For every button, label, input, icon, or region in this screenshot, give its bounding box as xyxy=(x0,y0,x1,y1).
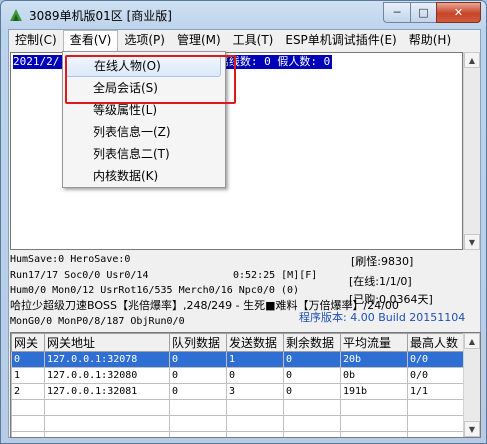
dropdown-item-list-info-two[interactable]: 列表信息二(T) xyxy=(65,143,221,165)
log-scrollbar[interactable]: ▲ ▼ xyxy=(463,52,480,250)
scroll-down-icon[interactable]: ▼ xyxy=(464,234,480,250)
cell-average: 20b xyxy=(340,351,408,368)
menu-options[interactable]: 选项(P) xyxy=(118,30,171,50)
table-header: 网关 网关地址 队列数据 发送数据 剩余数据 平均流量 最高人数 xyxy=(11,333,469,352)
cell-address: 127.0.0.1:32080 xyxy=(44,367,170,384)
cell-remaining: 0 xyxy=(283,383,341,400)
cell-gateway: 1 xyxy=(11,367,45,384)
menu-esp-plugin[interactable]: ESP单机调试插件(E) xyxy=(279,30,402,50)
cell-max: 1/1 xyxy=(407,383,469,400)
status-version: 程序版本: 4.00 Build 20151104 xyxy=(299,311,466,324)
close-button[interactable]: ✕ xyxy=(436,2,481,23)
highlight-box xyxy=(65,55,236,104)
table-row-empty xyxy=(11,431,469,437)
status-hum: Hum0/0 Mon0/12 UsrRot16/535 Merch0/16 Np… xyxy=(10,285,299,296)
status-mon: MonG0/0 MonP0/8/187 ObjRun0/0 xyxy=(10,316,185,327)
cell-max: 0/0 xyxy=(407,367,469,384)
status-days: [已购:0.0364天] xyxy=(349,293,433,306)
cell-send: 0 xyxy=(226,367,284,384)
dropdown-item-kernel-data[interactable]: 内核数据(K) xyxy=(65,165,221,187)
log-line-date: 2021/2/ xyxy=(13,55,60,68)
column-gateway-address[interactable]: 网关地址 xyxy=(44,333,170,352)
table-row[interactable]: 0 127.0.0.1:32078 0 1 0 20b 0/0 xyxy=(11,351,469,368)
menu-manage[interactable]: 管理(M) xyxy=(171,30,227,50)
cell-gateway: 2 xyxy=(11,383,45,400)
table-scroll-down-icon[interactable]: ▼ xyxy=(464,421,480,437)
menu-view[interactable]: 查看(V) xyxy=(62,30,119,51)
main-window: 3089单机版01区 [商业版] ─ □ ✕ 控制(C) 查看(V) 选项(P)… xyxy=(0,0,487,444)
table-row-empty xyxy=(11,399,469,416)
column-remaining-data[interactable]: 剩余数据 xyxy=(283,333,341,352)
column-send-data[interactable]: 发送数据 xyxy=(226,333,284,352)
status-time: 0:52:25 [M][F] xyxy=(233,270,318,281)
gateway-table: 网关 网关地址 队列数据 发送数据 剩余数据 平均流量 最高人数 0 127.0… xyxy=(10,332,481,438)
cell-send: 3 xyxy=(226,383,284,400)
cell-gateway: 0 xyxy=(11,351,45,368)
status-run: Run17/17 Soc0/0 Usr0/14 xyxy=(10,270,149,281)
window-title: 3089单机版01区 [商业版] xyxy=(29,9,172,23)
status-panel: HumSave:0 HeroSave:0 Run17/17 Soc0/0 Usr… xyxy=(9,250,480,328)
client-area: 控制(C) 查看(V) 选项(P) 管理(M) 工具(T) ESP单机调试插件(… xyxy=(8,29,481,438)
cell-max: 0/0 xyxy=(407,351,469,368)
cell-send: 1 xyxy=(226,351,284,368)
dropdown-item-list-info-one[interactable]: 列表信息一(Z) xyxy=(65,121,221,143)
cell-remaining: 0 xyxy=(283,367,341,384)
column-max-players[interactable]: 最高人数 xyxy=(407,333,469,352)
table-row-empty xyxy=(11,415,469,432)
cell-remaining: 0 xyxy=(283,351,341,368)
scroll-up-icon[interactable]: ▲ xyxy=(464,52,480,68)
menu-tools[interactable]: 工具(T) xyxy=(227,30,280,50)
column-gateway[interactable]: 网关 xyxy=(11,333,45,352)
cell-average: 0b xyxy=(340,367,408,384)
column-queue-data[interactable]: 队列数据 xyxy=(169,333,227,352)
table-scrollbar[interactable]: ▲ ▼ xyxy=(463,333,480,437)
column-average-traffic[interactable]: 平均流量 xyxy=(340,333,408,352)
status-save: HumSave:0 HeroSave:0 xyxy=(10,254,131,265)
cell-address: 127.0.0.1:32081 xyxy=(44,383,170,400)
cell-average: 191b xyxy=(340,383,408,400)
table-scroll-up-icon[interactable]: ▲ xyxy=(464,333,480,349)
cell-address: 127.0.0.1:32078 xyxy=(44,351,170,368)
menu-help[interactable]: 帮助(H) xyxy=(403,30,457,50)
status-refresh: [刷怪:9830] xyxy=(351,255,414,268)
table-row[interactable]: 1 127.0.0.1:32080 0 0 0 0b 0/0 xyxy=(11,367,469,384)
table-row[interactable]: 2 127.0.0.1:32081 0 3 0 191b 1/1 xyxy=(11,383,469,400)
cell-queue: 0 xyxy=(169,351,227,368)
minimize-button[interactable]: ─ xyxy=(383,2,410,23)
title-bar[interactable]: 3089单机版01区 [商业版] ─ □ ✕ xyxy=(1,1,486,29)
app-icon xyxy=(10,9,22,21)
cell-queue: 0 xyxy=(169,367,227,384)
cell-queue: 0 xyxy=(169,383,227,400)
menu-bar: 控制(C) 查看(V) 选项(P) 管理(M) 工具(T) ESP单机调试插件(… xyxy=(9,30,480,51)
menu-control[interactable]: 控制(C) xyxy=(9,30,63,50)
maximize-button[interactable]: □ xyxy=(410,2,436,23)
status-online: [在线:1/1/0] xyxy=(349,275,412,288)
window-controls: ─ □ ✕ xyxy=(383,2,481,23)
